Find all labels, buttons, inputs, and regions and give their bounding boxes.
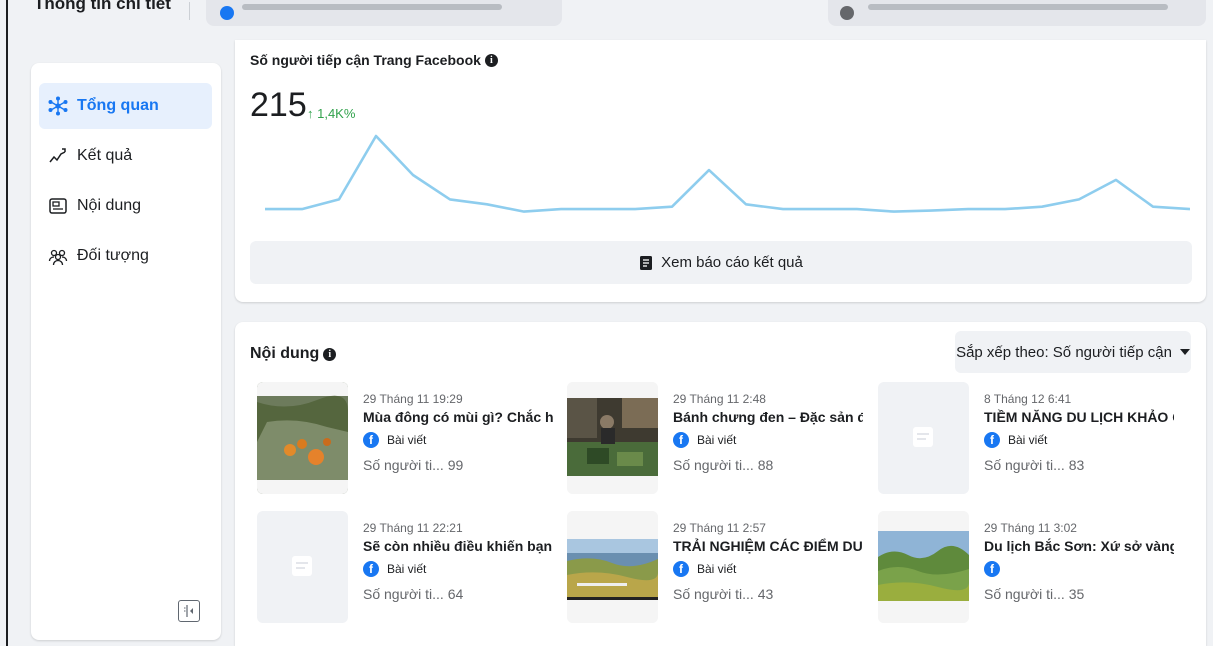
post-reach: Số người ti... 88	[673, 457, 774, 473]
info-icon[interactable]: i	[323, 347, 337, 361]
post-type: f	[984, 561, 1008, 577]
post-thumbnail	[567, 511, 658, 623]
sidebar-item-label: Đối tượng	[77, 247, 149, 264]
facebook-icon: f	[984, 432, 1000, 448]
post-card[interactable]: 8 Tháng 12 6:41 TIỀM NĂNG DU LỊCH KHẢO C…	[878, 382, 1178, 494]
info-icon[interactable]: i	[484, 53, 498, 67]
divider	[189, 2, 190, 20]
sidebar-item-label: Nội dung	[77, 197, 142, 214]
audience-icon	[47, 245, 69, 267]
sort-label: Sắp xếp theo: Số người tiếp cận	[956, 343, 1172, 361]
post-date: 29 Tháng 11 2:48	[673, 392, 766, 406]
post-reach: Số người ti... 35	[984, 586, 1085, 602]
post-type: f Bài viết	[673, 432, 736, 448]
post-date: 29 Tháng 11 3:02	[984, 521, 1077, 535]
sidebar-item-label: Kết quả	[77, 147, 133, 164]
post-thumbnail-placeholder	[257, 511, 348, 623]
reach-card: Số người tiếp cận Trang Facebook i 215 ↑…	[235, 40, 1206, 302]
view-report-button[interactable]: Xem báo cáo kết quả	[250, 241, 1192, 284]
sidebar-item-results[interactable]: Kết quả	[39, 133, 212, 179]
reach-change: ↑ 1,4K%	[307, 106, 356, 121]
facebook-icon: f	[673, 432, 689, 448]
post-reach: Số người ti... 83	[984, 457, 1085, 473]
document-icon	[913, 427, 933, 447]
post-title: Du lịch Bắc Sơn: Xứ sở vàng -...	[984, 538, 1174, 554]
sidebar-item-overview[interactable]: Tổng quan	[39, 83, 212, 129]
reach-line-chart	[265, 134, 1190, 213]
post-type: f Bài viết	[363, 432, 426, 448]
reach-series-line	[265, 134, 1190, 213]
content-icon	[47, 195, 69, 217]
content-title-text: Nội dung	[250, 345, 320, 362]
page-avatar-icon	[220, 6, 234, 20]
post-thumbnail	[257, 382, 348, 494]
sort-dropdown[interactable]: Sắp xếp theo: Số người tiếp cận	[955, 331, 1191, 373]
post-card[interactable]: 29 Tháng 11 2:48 Bánh chưng đen – Đặc sả…	[567, 382, 867, 494]
post-card[interactable]: 29 Tháng 11 19:29 Mùa đông có mùi gì? Ch…	[257, 382, 557, 494]
sidebar: Tổng quan Kết quả Nội dung Đối tượng	[31, 63, 221, 640]
post-type-label: Bài viết	[697, 562, 737, 576]
post-card[interactable]: 29 Tháng 11 2:57 TRẢI NGHIỆM CÁC ĐIỂM DU…	[567, 511, 867, 623]
post-type-label: Bài viết	[387, 562, 427, 576]
view-report-label: Xem báo cáo kết quả	[661, 254, 803, 271]
reach-value: 215	[250, 86, 307, 124]
facebook-icon: f	[984, 561, 1000, 577]
post-date: 8 Tháng 12 6:41	[984, 392, 1072, 406]
post-type: f Bài viết	[984, 432, 1047, 448]
collapse-sidebar-button[interactable]	[178, 600, 200, 622]
post-thumbnail-placeholder	[878, 382, 969, 494]
post-reach: Số người ti... 64	[363, 586, 464, 602]
reach-title: Số người tiếp cận Trang Facebook i	[250, 52, 498, 68]
post-type-label: Bài viết	[387, 433, 427, 447]
date-range-text	[868, 4, 1168, 10]
post-reach: Số người ti... 43	[673, 586, 774, 602]
post-type: f Bài viết	[673, 561, 736, 577]
post-title: Mùa đông có mùi gì? Chắc hẳ...	[363, 409, 553, 425]
post-reach: Số người ti... 99	[363, 457, 464, 473]
post-title: TRẢI NGHIỆM CÁC ĐIỂM DU ...	[673, 538, 863, 554]
content-card: Nội dung i Sắp xếp theo: Số người tiếp c…	[235, 322, 1206, 646]
facebook-icon: f	[363, 561, 379, 577]
sidebar-item-content[interactable]: Nội dung	[39, 183, 212, 229]
reach-title-text: Số người tiếp cận Trang Facebook	[250, 52, 481, 68]
content-section-title: Nội dung i	[250, 345, 337, 363]
sidebar-item-audience[interactable]: Đối tượng	[39, 233, 212, 279]
caret-down-icon	[1179, 349, 1190, 355]
post-type-label: Bài viết	[697, 433, 737, 447]
post-card[interactable]: 29 Tháng 11 3:02 Du lịch Bắc Sơn: Xứ sở …	[878, 511, 1178, 623]
facebook-icon: f	[363, 432, 379, 448]
post-date: 29 Tháng 11 19:29	[363, 392, 463, 406]
page-title: Thông tin chi tiết	[34, 0, 171, 13]
document-icon	[292, 556, 312, 576]
results-icon	[47, 145, 69, 167]
overview-icon	[47, 95, 69, 117]
facebook-icon: f	[673, 561, 689, 577]
post-type: f Bài viết	[363, 561, 426, 577]
page-selector-text	[242, 4, 502, 10]
top-bar: Thông tin chi tiết	[0, 0, 1213, 30]
collapse-icon	[184, 605, 193, 617]
post-thumbnail	[567, 382, 658, 494]
window-edge	[6, 0, 8, 646]
post-title: Bánh chưng đen – Đặc sản đ...	[673, 409, 863, 425]
post-type-label: Bài viết	[1008, 433, 1048, 447]
post-date: 29 Tháng 11 22:21	[363, 521, 463, 535]
calendar-icon	[840, 6, 854, 20]
post-title: Sẽ còn nhiều điều khiến bạn b...	[363, 538, 553, 554]
sidebar-item-label: Tổng quan	[77, 97, 159, 114]
page-selector[interactable]	[206, 0, 562, 26]
post-thumbnail	[878, 511, 969, 623]
post-card[interactable]: 29 Tháng 11 22:21 Sẽ còn nhiều điều khiế…	[257, 511, 557, 623]
post-title: TIỀM NĂNG DU LỊCH KHẢO C...	[984, 409, 1174, 425]
post-date: 29 Tháng 11 2:57	[673, 521, 766, 535]
report-icon	[640, 255, 653, 270]
date-range-selector[interactable]	[828, 0, 1206, 26]
